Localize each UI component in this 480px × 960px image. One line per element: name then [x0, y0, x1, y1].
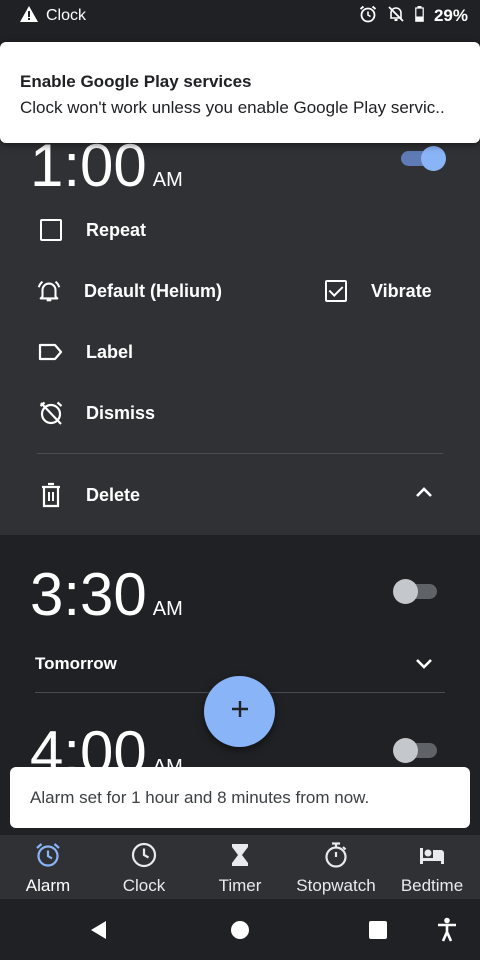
recents-icon[interactable] — [367, 919, 389, 941]
notification-title: Enable Google Play services — [20, 72, 252, 91]
alarm-toggle[interactable] — [393, 738, 441, 763]
add-alarm-button[interactable] — [204, 676, 275, 747]
hourglass-icon — [226, 841, 254, 874]
ringtone-row[interactable]: Default (Helium) — [36, 278, 222, 304]
toast: Alarm set for 1 hour and 8 minutes from … — [10, 767, 470, 828]
alarm-ampm: AM — [152, 169, 183, 191]
accessibility-icon[interactable] — [436, 917, 458, 943]
repeat-row[interactable]: Repeat — [38, 217, 146, 243]
label-label: Label — [86, 341, 134, 362]
stopwatch-icon — [322, 841, 350, 874]
alarm-time-value: 3:30 — [30, 561, 147, 628]
tab-clock[interactable]: Clock — [96, 835, 192, 899]
ringtone-label: Default (Helium) — [84, 280, 223, 301]
warning-icon — [20, 5, 38, 27]
alarm-day-label: Tomorrow — [35, 654, 117, 673]
chevron-up-icon[interactable] — [414, 485, 434, 504]
trash-icon — [38, 482, 64, 508]
vibrate-row[interactable]: Vibrate — [323, 278, 432, 304]
tab-alarm-label: Alarm — [25, 876, 71, 895]
play-services-notification[interactable]: Enable Google Play services Clock won't … — [0, 42, 480, 143]
bottom-nav: Alarm Clock Timer Stopwatch Bedtime — [0, 835, 480, 899]
tab-bedtime-label: Bedtime — [400, 876, 464, 895]
delete-label: Delete — [86, 484, 141, 505]
dismiss-row[interactable]: Dismiss — [38, 400, 155, 426]
alarm-time[interactable]: 1:00 AM — [30, 136, 183, 196]
dismiss-label: Dismiss — [86, 402, 156, 423]
tab-timer[interactable]: Timer — [192, 835, 288, 899]
alarm-icon — [34, 841, 62, 874]
bell-ringing-icon — [36, 278, 62, 304]
chevron-down-icon[interactable] — [414, 657, 434, 676]
battery-percent: 29% — [433, 6, 468, 25]
repeat-checkbox[interactable] — [40, 219, 62, 241]
divider — [37, 453, 443, 454]
status-bar: Clock 29% — [0, 0, 480, 32]
alarm-icon — [359, 5, 377, 28]
alarm-toggle[interactable] — [401, 146, 447, 171]
tab-bedtime[interactable]: Bedtime — [384, 835, 480, 899]
clock-icon — [130, 841, 158, 874]
label-icon — [38, 339, 64, 365]
status-app-name: Clock — [46, 7, 87, 24]
notification-body: Clock won't work unless you enable Googl… — [20, 98, 445, 117]
toast-message: Alarm set for 1 hour and 8 minutes from … — [30, 787, 370, 807]
tab-stopwatch-label: Stopwatch — [296, 876, 376, 895]
alarm-ampm: AM — [152, 598, 183, 620]
tab-stopwatch[interactable]: Stopwatch — [288, 835, 384, 899]
label-row[interactable]: Label — [38, 339, 133, 365]
notifications-off-icon — [387, 5, 405, 28]
bed-icon — [417, 841, 447, 874]
alarm-day-row[interactable]: Tomorrow — [35, 654, 117, 674]
tab-alarm[interactable]: Alarm — [0, 835, 96, 899]
plus-icon — [230, 699, 250, 724]
alarm-time[interactable]: 3:30 AM — [30, 565, 183, 625]
back-icon[interactable] — [88, 919, 110, 941]
alarm-card-expanded[interactable]: 1:00 AM Repeat Default (Helium) Vibrate … — [0, 110, 480, 535]
tab-clock-label: Clock — [122, 876, 166, 895]
alarm-toggle[interactable] — [393, 579, 441, 604]
vibrate-checkbox[interactable] — [325, 280, 347, 302]
repeat-label: Repeat — [86, 219, 147, 240]
delete-row[interactable]: Delete — [38, 482, 140, 508]
tab-timer-label: Timer — [218, 876, 262, 895]
vibrate-label: Vibrate — [371, 280, 432, 301]
alarm-off-icon — [38, 400, 64, 426]
system-navigation-bar — [0, 899, 480, 960]
home-icon[interactable] — [229, 919, 251, 941]
battery-icon — [415, 5, 424, 27]
alarm-time-value: 1:00 — [30, 132, 147, 199]
